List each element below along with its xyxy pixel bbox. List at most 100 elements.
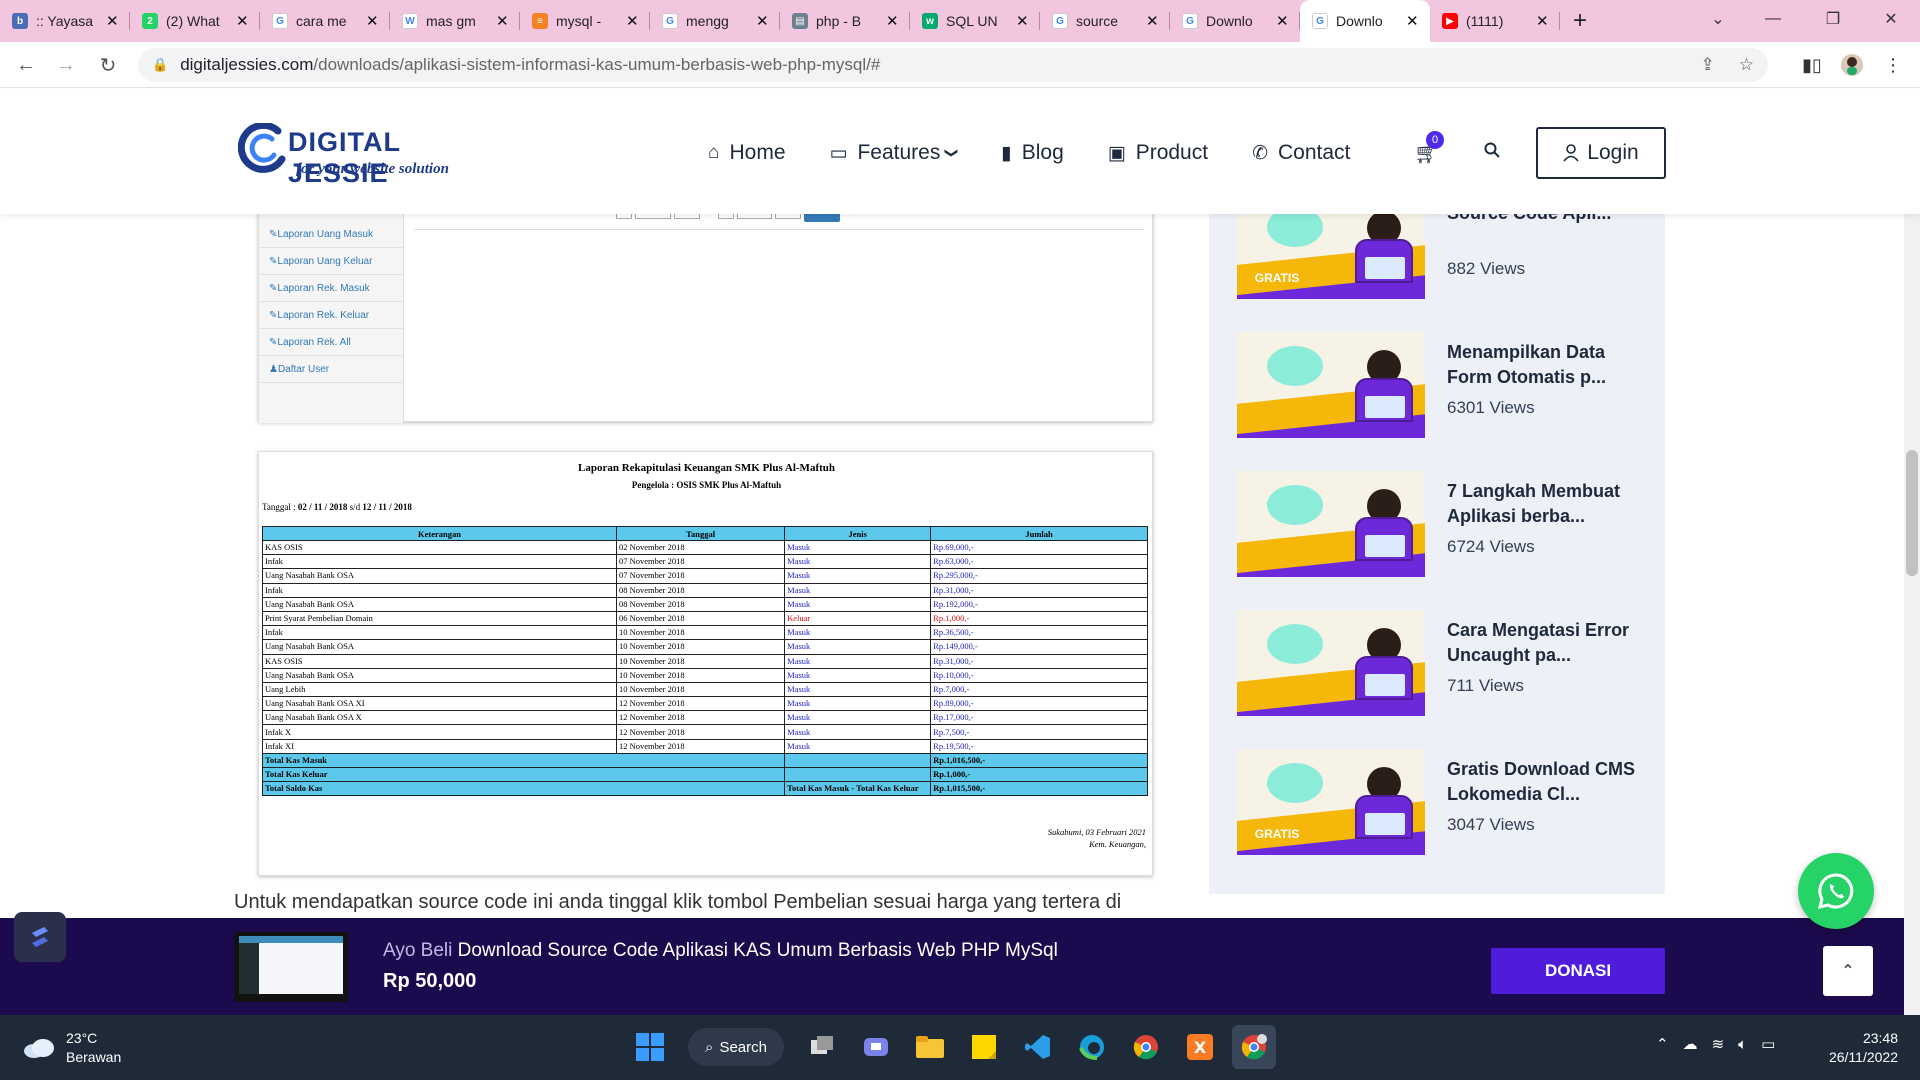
tab-close-icon[interactable]: ✕ [1406, 12, 1420, 30]
browser-tab[interactable]: ▤ php - B ✕ [780, 0, 910, 42]
file-explorer-icon[interactable] [908, 1025, 952, 1069]
onedrive-cloud-icon[interactable]: ☁ [1683, 1035, 1698, 1053]
post-thumbnail[interactable]: GRATIS [1237, 214, 1425, 299]
print-button[interactable]: Cetak [804, 214, 840, 222]
tab-close-icon[interactable]: ✕ [236, 12, 250, 30]
purchase-product[interactable]: Download Source Code Aplikasi KAS Umum B… [458, 940, 1058, 961]
admin-menu-item[interactable]: ♟Daftar User [259, 356, 403, 383]
browser-tab[interactable]: 2 (2) What ✕ [130, 0, 260, 42]
nav-features[interactable]: ▭ Features ❯ [830, 141, 960, 165]
wifi-icon[interactable]: ≋ [1712, 1035, 1725, 1053]
browser-tab[interactable]: G Downlo ✕ [1300, 0, 1430, 42]
filter-select[interactable]: 01 [616, 214, 633, 219]
post-title[interactable]: Gratis Download CMS Lokomedia Cl... [1447, 757, 1652, 807]
browser-tab[interactable]: b:: Yayasa ✕ [0, 0, 130, 42]
scrollbar-thumb[interactable] [1906, 450, 1918, 576]
login-button[interactable]: Login [1536, 127, 1666, 179]
tab-close-icon[interactable]: ✕ [496, 12, 510, 30]
chevron-up-icon[interactable]: ⌃ [1656, 1035, 1669, 1053]
post-title[interactable]: Cara Mengatasi Error Uncaught pa... [1447, 618, 1652, 668]
admin-menu-item[interactable]: ✎Laporan Uang Keluar [259, 248, 403, 275]
post-title[interactable]: Source Code Apli... [1447, 214, 1652, 226]
weather-widget[interactable]: 23°C Berawan [22, 1029, 121, 1067]
browser-tab[interactable]: Gmengg ✕ [650, 0, 780, 42]
floating-app-icon[interactable] [14, 912, 66, 962]
tab-close-icon[interactable]: ✕ [1146, 12, 1160, 30]
forward-arrow-icon[interactable]: → [46, 45, 86, 85]
close-window-icon[interactable]: ✕ [1866, 0, 1916, 38]
post-thumbnail[interactable] [1237, 610, 1425, 716]
admin-menu-item[interactable]: ✎Laporan Rek. All [259, 329, 403, 356]
battery-icon[interactable]: ▭ [1761, 1035, 1775, 1053]
admin-menu-item[interactable]: ✎Laporan Rek. Keluar [259, 302, 403, 329]
teams-chat-icon[interactable] [854, 1025, 898, 1069]
admin-menu-item[interactable]: ✎Laporan Uang Masuk [259, 221, 403, 248]
related-post[interactable]: Menampilkan Data Form Otomatis p... 6301 … [1237, 332, 1657, 438]
browser-menu-icon[interactable]: ⋮ [1878, 50, 1908, 80]
chrome-profile-icon[interactable] [1232, 1025, 1276, 1069]
browser-tab[interactable]: Gsource ✕ [1040, 0, 1170, 42]
search-icon[interactable] [1484, 142, 1500, 163]
tab-close-icon[interactable]: ✕ [1016, 12, 1030, 30]
browser-tab[interactable]: G Downlo ✕ [1170, 0, 1300, 42]
profile-avatar[interactable] [1837, 50, 1867, 80]
post-thumbnail[interactable] [1237, 471, 1425, 577]
nav-home[interactable]: ⌂ Home [708, 141, 786, 165]
url-bar[interactable]: 🔒 digitaljessies.com/downloads/aplikasi-… [138, 48, 1768, 82]
tab-close-icon[interactable]: ✕ [626, 12, 640, 30]
start-icon[interactable] [628, 1025, 672, 1069]
side-panel-icon[interactable]: ▮▯ [1797, 50, 1827, 80]
nav-product[interactable]: ▣ Product [1108, 141, 1208, 165]
donate-button[interactable]: DONASI [1491, 948, 1665, 994]
post-thumbnail[interactable] [1237, 332, 1425, 438]
taskbar-clock[interactable]: 23:48 26/11/2022 [1808, 1029, 1898, 1067]
taskbar-search[interactable]: ⌕ Search [688, 1028, 784, 1066]
share-icon[interactable]: ⇪ [1701, 55, 1715, 75]
post-title[interactable]: 7 Langkah Membuat Aplikasi berba... [1447, 479, 1652, 529]
filter-select[interactable]: Januari [736, 214, 773, 219]
related-post[interactable]: GRATIS Source Code Apli... 882 Views [1237, 214, 1657, 299]
filter-select[interactable]: 01 [717, 214, 734, 219]
volume-icon[interactable]: 🔈︎ [1738, 1036, 1747, 1053]
tab-close-icon[interactable]: ✕ [106, 12, 120, 30]
chrome-icon[interactable] [1124, 1025, 1168, 1069]
bookmark-star-icon[interactable]: ☆ [1739, 55, 1754, 75]
reload-icon[interactable]: ↻ [88, 45, 128, 85]
tab-close-icon[interactable]: ✕ [886, 12, 900, 30]
xampp-icon[interactable]: X [1178, 1025, 1222, 1069]
table-cell: Rp.36,500,- [930, 625, 1148, 641]
nav-contact[interactable]: ✆ Contact [1252, 141, 1350, 165]
admin-menu-item[interactable]: ✎Laporan Rek. Masuk [259, 275, 403, 302]
tab-search-icon[interactable]: ⌄ [1693, 0, 1743, 38]
browser-tab[interactable]: Wmas gm ✕ [390, 0, 520, 42]
filter-select[interactable]: Januari [635, 214, 671, 219]
filter-select[interactable]: 2018 [775, 214, 802, 219]
sticky-notes-icon[interactable] [962, 1025, 1006, 1069]
edge-icon[interactable] [1070, 1025, 1114, 1069]
restore-icon[interactable]: ❐ [1808, 0, 1858, 38]
browser-tab[interactable]: w SQL UN ✕ [910, 0, 1040, 42]
tab-close-icon[interactable]: ✕ [1536, 12, 1550, 30]
filter-select[interactable]: 2018 [673, 214, 700, 219]
browser-tab[interactable]: ▶ (1111) ✕ [1430, 0, 1560, 42]
related-post[interactable]: Cara Mengatasi Error Uncaught pa... 711 V… [1237, 610, 1657, 716]
back-arrow-icon[interactable]: ← [6, 45, 46, 85]
post-title[interactable]: Menampilkan Data Form Otomatis p... [1447, 340, 1652, 390]
cart-icon[interactable]: 🛒︎ 0 [1414, 131, 1444, 166]
tab-close-icon[interactable]: ✕ [1276, 12, 1290, 30]
whatsapp-button[interactable] [1798, 853, 1874, 929]
minimize-icon[interactable]: — [1748, 0, 1798, 38]
new-tab-icon[interactable]: + [1560, 0, 1600, 42]
related-post[interactable]: 7 Langkah Membuat Aplikasi berba... 6724 … [1237, 471, 1657, 577]
task-view-icon[interactable] [800, 1025, 844, 1069]
back-to-top-button[interactable]: ⌃ [1823, 946, 1873, 996]
post-thumbnail[interactable]: GRATIS [1237, 749, 1425, 855]
related-post[interactable]: GRATIS Gratis Download CMS Lokomedia Cl..… [1237, 749, 1657, 855]
tab-close-icon[interactable]: ✕ [366, 12, 380, 30]
site-logo[interactable]: DIGITAL JESSIE for your website solution [238, 123, 498, 188]
browser-tab[interactable]: ≡ mysql - ✕ [520, 0, 650, 42]
tab-close-icon[interactable]: ✕ [756, 12, 770, 30]
vscode-icon[interactable] [1016, 1025, 1060, 1069]
nav-blog[interactable]: ▮ Blog [1001, 141, 1064, 165]
browser-tab[interactable]: Gcara me ✕ [260, 0, 390, 42]
